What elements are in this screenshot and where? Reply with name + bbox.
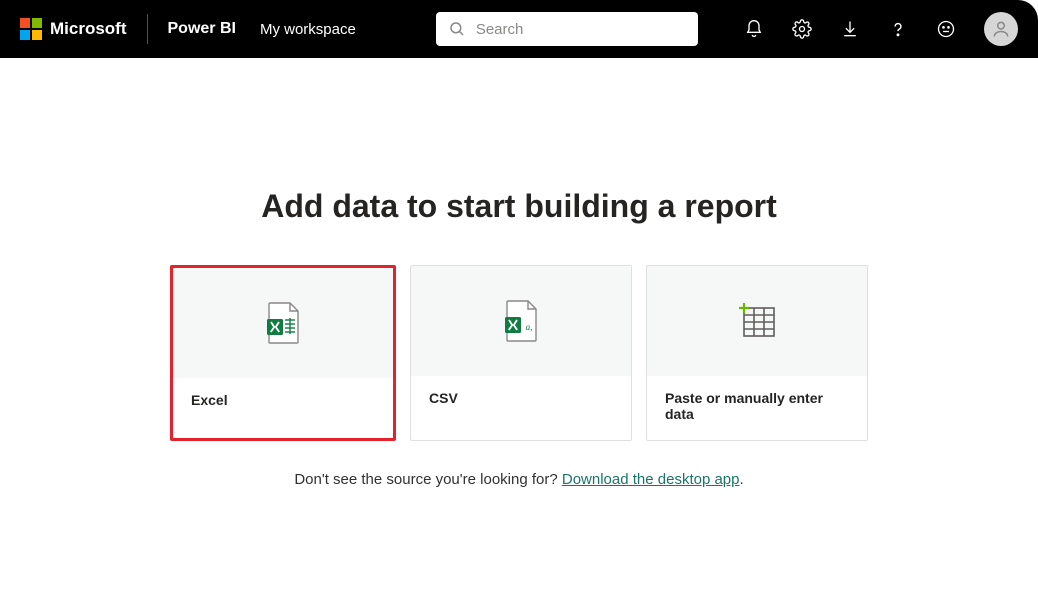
- excel-file-icon: [264, 302, 302, 344]
- card-label: CSV: [411, 376, 631, 436]
- csv-file-icon: a,: [502, 300, 540, 342]
- notifications-icon[interactable]: [744, 19, 764, 39]
- search-input[interactable]: [476, 21, 686, 38]
- workspace-name[interactable]: My workspace: [260, 21, 356, 38]
- footer-prefix: Don't see the source you're looking for?: [294, 471, 562, 488]
- card-icon-area: [173, 268, 393, 378]
- settings-icon[interactable]: [792, 19, 812, 39]
- card-label: Excel: [173, 378, 393, 438]
- table-icon: [737, 302, 777, 340]
- microsoft-logo-icon: [20, 18, 42, 40]
- data-source-cards: Excel a, CSV: [170, 265, 868, 441]
- product-name[interactable]: Power BI: [168, 20, 236, 38]
- help-icon[interactable]: [888, 19, 908, 39]
- footer-text: Don't see the source you're looking for?…: [294, 471, 743, 488]
- search-icon: [448, 20, 466, 38]
- footer-suffix: .: [740, 471, 744, 488]
- search-container: [436, 12, 698, 46]
- app-header: Microsoft Power BI My workspace: [0, 0, 1038, 58]
- svg-text:a,: a,: [526, 322, 533, 332]
- header-actions: [744, 12, 1018, 46]
- search-box[interactable]: [436, 12, 698, 46]
- card-icon-area: [647, 266, 867, 376]
- card-label: Paste or manually enter data: [647, 376, 867, 436]
- page-title: Add data to start building a report: [261, 188, 777, 225]
- download-icon[interactable]: [840, 19, 860, 39]
- card-paste-data[interactable]: Paste or manually enter data: [646, 265, 868, 441]
- header-divider: [147, 14, 148, 44]
- main-content: Add data to start building a report Exce…: [0, 58, 1038, 548]
- card-csv[interactable]: a, CSV: [410, 265, 632, 441]
- brand-text: Microsoft: [50, 19, 127, 39]
- person-icon: [991, 19, 1011, 39]
- feedback-icon[interactable]: [936, 19, 956, 39]
- card-excel[interactable]: Excel: [170, 265, 396, 441]
- account-avatar[interactable]: [984, 12, 1018, 46]
- download-desktop-link[interactable]: Download the desktop app: [562, 471, 740, 488]
- microsoft-logo[interactable]: Microsoft: [20, 18, 127, 40]
- card-icon-area: a,: [411, 266, 631, 376]
